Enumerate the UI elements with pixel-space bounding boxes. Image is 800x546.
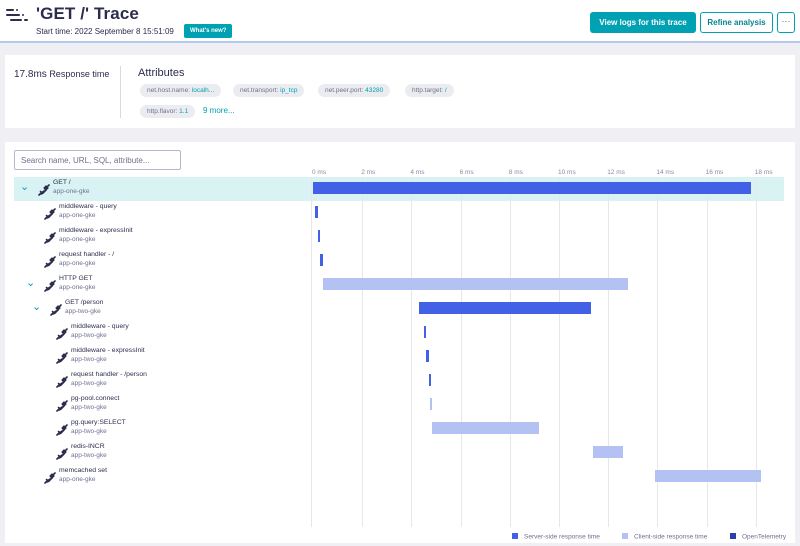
response-time: 17.8ms Response time [14,69,109,80]
span-bar[interactable] [428,374,432,386]
search-input[interactable] [14,150,181,170]
span-bar[interactable] [418,302,591,314]
span-name: memcached set [59,467,107,474]
axis-tick-label: 16 ms [705,169,724,176]
span-icon [44,231,56,244]
legend-server: Server-side response time [512,533,600,541]
span-bar[interactable] [423,326,427,338]
attribute-chip[interactable]: http.flavor: 1.1 [140,105,196,118]
attribute-chip[interactable]: net.peer.port: 43280 [318,84,391,97]
span-name: middleware - expressInit [71,347,145,354]
span-service: app-one-gke [59,284,96,291]
span-icon [38,183,50,196]
span-icon [56,423,68,436]
span-service: app-two-gke [71,428,107,435]
view-logs-button[interactable]: View logs for this trace [590,12,696,33]
gridline [559,177,560,527]
page-header: 'GET /' Trace Start time: 2022 September… [0,0,800,43]
gridline [362,177,364,527]
span-name: GET / [53,179,71,186]
span-name: HTTP GET [59,275,93,282]
whats-new-button[interactable]: What's new? [184,24,233,38]
axis-tick-label: 18 ms [754,169,773,176]
chevron-down-icon[interactable]: ⌄ [32,302,41,313]
span-icon [44,471,56,484]
span-name: middleware - query [59,203,117,210]
span-bar[interactable] [317,230,321,242]
span-bar[interactable] [322,278,628,290]
refine-analysis-button[interactable]: Refine analysis [700,12,773,33]
legend-opentelemetry: OpenTelemetry [730,533,786,541]
span-icon [56,375,68,388]
axis-tick-label: 4 ms [410,169,425,176]
gridline [411,177,413,527]
axis-tick-label: 2 ms [361,169,376,176]
span-bar[interactable] [313,182,751,194]
span-icon [56,447,68,460]
span-bar[interactable] [426,350,429,362]
span-name: pg-pool.connect [71,395,120,402]
span-service: app-one-gke [59,212,96,219]
axis-tick-label: 10 ms [558,169,576,176]
span-name: pg.query:SELECT [71,419,126,426]
attributes-title: Attributes [138,67,185,79]
more-attributes-link[interactable]: 9 more... [203,106,235,115]
axis-tick-label: 14 ms [656,169,675,176]
gridline [509,177,511,527]
page-title: 'GET /' Trace [36,4,139,23]
span-name: GET /person [65,299,104,306]
column-divider [311,177,312,527]
span-service: app-two-gke [71,332,107,339]
span-service: app-one-gke [53,188,90,195]
attribute-chip[interactable]: http.target: / [405,84,454,97]
attribute-chip[interactable]: net.transport: ip_tcp [233,84,305,97]
span-service: app-one-gke [59,260,96,267]
legend-client: Client-side response time [622,533,707,541]
span-service: app-one-gke [59,476,96,483]
response-time-value: 17.8ms [14,69,47,80]
axis-tick-label: 0 ms [312,169,327,176]
span-icon [44,255,56,268]
span-service: app-two-gke [71,452,107,459]
span-icon [56,399,68,412]
span-service: app-two-gke [71,404,107,411]
span-name: redis-INCR [71,443,105,450]
gridline [460,177,462,527]
summary-panel: 17.8ms Response time Attributes net.host… [5,55,795,128]
span-name: request handler - / [59,251,115,258]
span-icon [44,279,56,292]
start-time: Start time: 2022 September 8 15:51:09 [36,27,174,36]
legend-swatch [622,533,628,539]
chevron-down-icon[interactable]: ⌄ [20,182,29,193]
span-service: app-two-gke [71,356,107,363]
span-icon [50,303,62,316]
chevron-down-icon[interactable]: ⌄ [26,278,35,289]
span-name: request handler - /person [71,371,147,378]
span-icon [44,207,56,220]
span-bar[interactable] [315,206,318,218]
span-bar[interactable] [593,446,623,458]
span-service: app-one-gke [59,236,96,243]
span-bar[interactable] [320,254,323,266]
legend-swatch [512,533,518,539]
trace-icon [6,9,28,23]
divider [120,66,121,118]
more-options-button[interactable]: ··· [777,12,795,33]
span-service: app-two-gke [65,308,101,315]
axis-tick-label: 12 ms [607,169,625,176]
gridline [608,177,610,527]
axis-tick-label: 6 ms [459,169,474,176]
response-time-label: Response time [49,69,110,79]
legend-swatch [730,533,736,539]
axis-tick-label: 8 ms [508,169,523,176]
span-bar[interactable] [429,398,433,410]
span-bar[interactable] [654,470,761,482]
span-icon [56,327,68,340]
span-name: middleware - expressInit [59,227,133,234]
attribute-chip[interactable]: net.host.name: localh... [140,84,222,97]
span-icon [56,351,68,364]
span-name: middleware - query [71,323,129,330]
span-bar[interactable] [432,422,540,434]
span-service: app-two-gke [71,380,107,387]
